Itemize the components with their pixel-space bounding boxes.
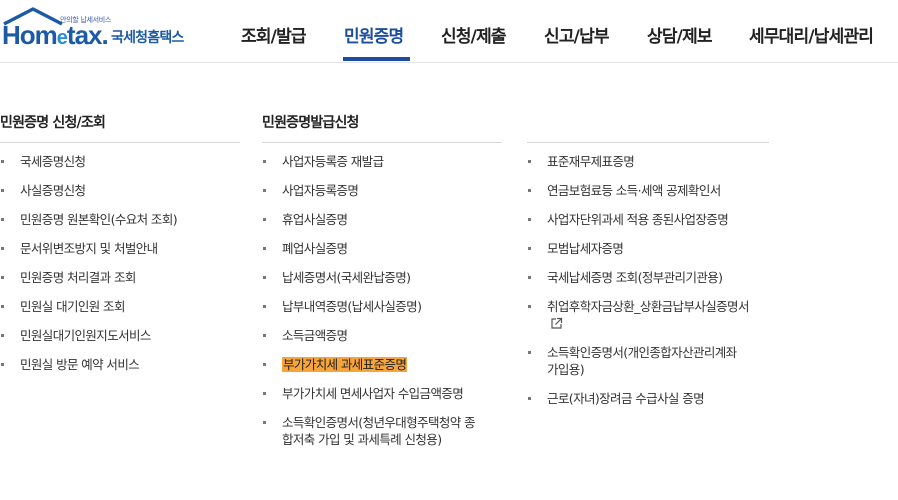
menu-item-youth-savings-income-certificate[interactable]: 소득확인증명서(청년우대형주택청약 종합저축 가입 및 과세특례 신청용) xyxy=(262,414,502,448)
menu-list: 국세증명신청 사실증명신청 민원증명 원본확인(수요처 조회) 문서위변조방지 … xyxy=(0,153,240,373)
hometax-logo[interactable]: 안의할 납세서비스 Hometax. 국세청홈택스 xyxy=(0,6,205,52)
bullet-icon xyxy=(1,189,4,192)
bullet-icon xyxy=(528,351,531,354)
menu-column-certificate-issuance-more: 표준재무제표증명 연금보험료등 소득·세액 공제확인서 사업자단위과세 적용 종… xyxy=(527,112,769,419)
nav-item-application-submit[interactable]: 신청/제출 xyxy=(441,22,507,47)
menu-item-unit-taxation-branch-certificate[interactable]: 사업자단위과세 적용 종된사업장증명 xyxy=(527,211,769,228)
bullet-icon xyxy=(263,247,266,250)
column-title-empty xyxy=(527,112,769,132)
highlighted-text: 부가가치세 과세표준증명 xyxy=(282,357,408,372)
menu-item-waiting-count[interactable]: 민원실 대기인원 조회 xyxy=(0,298,240,315)
bullet-icon xyxy=(263,218,266,221)
bullet-icon xyxy=(1,247,4,250)
bullet-icon xyxy=(263,334,266,337)
menu-item-earned-income-credit-certificate[interactable]: 근로(자녀)장려금 수급사실 증명 xyxy=(527,390,769,407)
menu-item-pension-deduction-confirmation[interactable]: 연금보험료등 소득·세액 공제확인서 xyxy=(527,182,769,199)
menu-item-fact-certificate[interactable]: 사실증명신청 xyxy=(0,182,240,199)
bullet-icon xyxy=(263,160,266,163)
logo-site-name: 국세청홈택스 xyxy=(111,30,184,46)
bullet-icon xyxy=(528,276,531,279)
bullet-icon xyxy=(528,218,531,221)
bullet-icon xyxy=(528,189,531,192)
bullet-icon xyxy=(528,247,531,250)
menu-item-business-closure-certificate[interactable]: 폐업사실증명 xyxy=(262,240,502,257)
bullet-icon xyxy=(528,305,531,308)
bullet-icon xyxy=(263,421,266,424)
bullet-icon xyxy=(1,305,4,308)
menu-item-processing-result[interactable]: 민원증명 처리결과 조회 xyxy=(0,269,240,286)
bullet-icon xyxy=(1,218,4,221)
menu-item-model-taxpayer-certificate[interactable]: 모범납세자증명 xyxy=(527,240,769,257)
bullet-icon xyxy=(263,189,266,192)
column-title: 민원증명 신청/조회 xyxy=(0,115,106,131)
column-title: 민원증명발급신청 xyxy=(262,115,359,131)
menu-item-tax-payment-inquiry-gov[interactable]: 국세납세증명 조회(정부관리기관용) xyxy=(527,269,769,286)
menu-item-visit-reservation[interactable]: 민원실 방문 예약 서비스 xyxy=(0,356,240,373)
menu-item-national-tax-certificate[interactable]: 국세증명신청 xyxy=(0,153,240,170)
menu-item-closure-suspension-certificate[interactable]: 휴업사실증명 xyxy=(262,211,502,228)
nav-item-consult-report[interactable]: 상담/제보 xyxy=(647,22,713,47)
menu-column-certificate-issuance: 민원증명발급신청 사업자등록증 재발급 사업자등록증명 휴업사실증명 폐업사실증… xyxy=(262,112,502,460)
menu-item-forgery-prevention[interactable]: 문서위변조방지 및 처벌안내 xyxy=(0,240,240,257)
menu-item-business-registration-certificate[interactable]: 사업자등록증명 xyxy=(262,182,502,199)
column-divider xyxy=(262,142,502,143)
menu-column-civil-certificate: 민원증명 신청/조회 국세증명신청 사실증명신청 민원증명 원본확인(수요처 조… xyxy=(0,112,240,385)
menu-item-standard-financial-statement[interactable]: 표준재무제표증명 xyxy=(527,153,769,170)
nav-item-civil-certificate[interactable]: 민원증명 xyxy=(344,22,404,47)
bullet-icon xyxy=(263,363,266,366)
menu-item-tax-payment-certificate[interactable]: 납세증명서(국세완납증명) xyxy=(262,269,502,286)
menu-item-waiting-map[interactable]: 민원실대기인원지도서비스 xyxy=(0,327,240,344)
menu-item-income-amount-certificate[interactable]: 소득금액증명 xyxy=(262,327,502,344)
bullet-icon xyxy=(263,392,266,395)
menu-item-vat-exempt-income-certificate[interactable]: 부가가치세 면세사업자 수입금액증명 xyxy=(262,385,502,402)
external-link-icon xyxy=(551,317,563,329)
bullet-icon xyxy=(528,160,531,163)
bullet-icon xyxy=(1,363,4,366)
menu-item-original-verification[interactable]: 민원증명 원본확인(수요처 조회) xyxy=(0,211,240,228)
menu-item-student-loan-repayment-certificate[interactable]: 취업후학자금상환_상환금납부사실증명서 xyxy=(527,298,769,332)
menu-list: 사업자등록증 재발급 사업자등록증명 휴업사실증명 폐업사실증명 납세증명서(국… xyxy=(262,153,502,448)
bullet-icon xyxy=(1,160,4,163)
bullet-icon xyxy=(1,334,4,337)
menu-list: 표준재무제표증명 연금보험료등 소득·세액 공제확인서 사업자단위과세 적용 종… xyxy=(527,153,769,407)
menu-item-payment-history-certificate[interactable]: 납부내역증명(납세사실증명) xyxy=(262,298,502,315)
site-header: 안의할 납세서비스 Hometax. 국세청홈택스 조회/발급 민원증명 신청/… xyxy=(0,0,898,63)
column-divider xyxy=(0,142,240,143)
logo-wordmark: Hometax. xyxy=(2,20,109,50)
column-divider xyxy=(527,142,769,143)
active-tab-indicator xyxy=(343,57,410,61)
bullet-icon xyxy=(263,305,266,308)
nav-item-report-payment[interactable]: 신고/납부 xyxy=(544,22,610,47)
menu-item-vat-tax-base-certificate[interactable]: 부가가치세 과세표준증명 xyxy=(262,356,502,373)
bullet-icon xyxy=(263,276,266,279)
bullet-icon xyxy=(528,397,531,400)
menu-item-isa-income-certificate[interactable]: 소득확인증명서(개인종합자산관리계좌 가입용) xyxy=(527,344,769,378)
bullet-icon xyxy=(1,276,4,279)
nav-item-inquiry-issue[interactable]: 조회/발급 xyxy=(241,22,307,47)
nav-item-tax-agent[interactable]: 세무대리/납세관리 xyxy=(749,22,874,47)
menu-item-business-registration-reissue[interactable]: 사업자등록증 재발급 xyxy=(262,153,502,170)
